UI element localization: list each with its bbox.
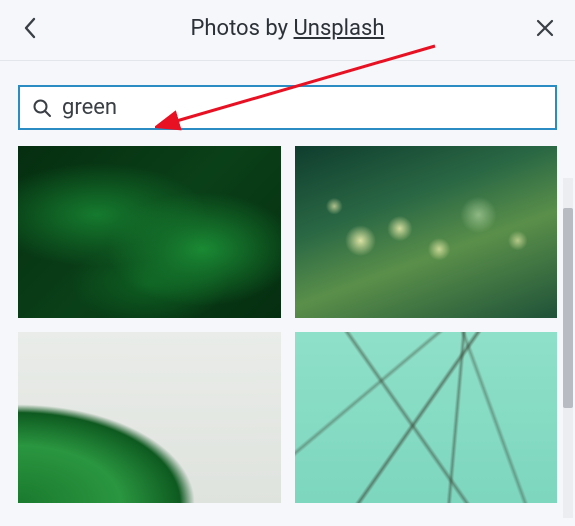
search-box[interactable] <box>18 85 557 130</box>
result-thumbnail[interactable] <box>295 332 558 504</box>
results-grid <box>0 146 575 521</box>
close-button[interactable] <box>531 14 559 42</box>
search-container <box>0 61 575 146</box>
search-icon <box>32 98 52 118</box>
search-input[interactable] <box>62 95 543 120</box>
chevron-left-icon <box>23 17 37 39</box>
result-thumbnail[interactable] <box>18 332 281 504</box>
scrollbar-thumb[interactable] <box>563 208 573 408</box>
provider-link[interactable]: Unsplash <box>294 16 385 41</box>
result-thumbnail[interactable] <box>295 146 558 318</box>
title-prefix: Photos by <box>191 16 294 41</box>
close-icon <box>536 19 554 37</box>
scrollbar[interactable] <box>563 178 573 518</box>
dialog-header: Photos by Unsplash <box>0 0 575 61</box>
back-button[interactable] <box>16 14 44 42</box>
result-thumbnail[interactable] <box>18 146 281 318</box>
dialog-title: Photos by Unsplash <box>44 16 531 41</box>
